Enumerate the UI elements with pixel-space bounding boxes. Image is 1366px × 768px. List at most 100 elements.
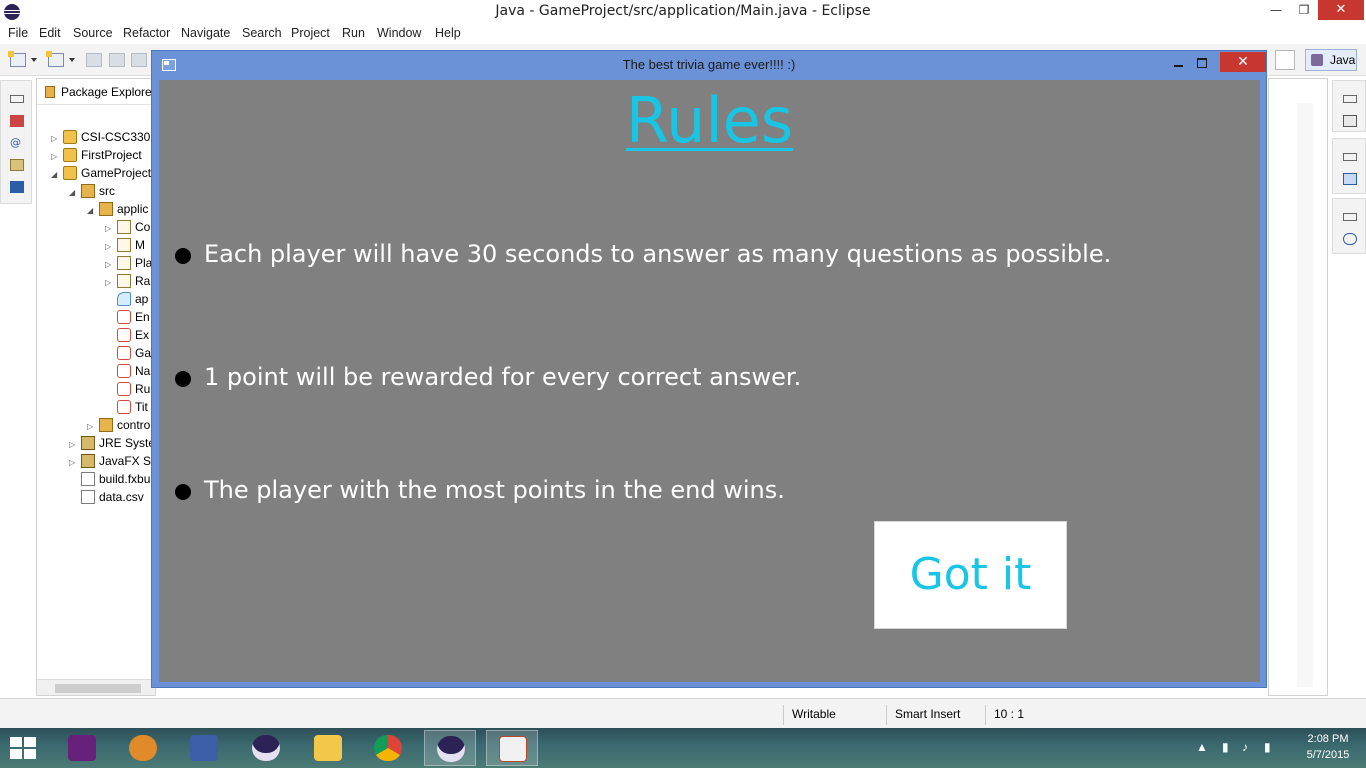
tree-item-label: Ra (135, 274, 151, 288)
taskbar-visual-studio[interactable] (56, 730, 108, 766)
open-perspective-button[interactable] (1275, 50, 1295, 70)
package-explorer-tab[interactable]: Package Explorer (37, 79, 155, 105)
taskbar-intellij[interactable] (178, 730, 230, 766)
outline-icon[interactable] (1343, 173, 1357, 185)
tree-item[interactable]: ◢ src (69, 182, 115, 200)
tree-item[interactable]: Ga (105, 344, 151, 362)
expand-toggle-icon[interactable]: ◢ (51, 166, 63, 184)
tree-item[interactable]: Tit (105, 398, 148, 416)
task-list-icon[interactable] (1343, 115, 1357, 127)
battery-icon[interactable]: ▮ (1222, 740, 1229, 754)
tree-item[interactable]: Ru (105, 380, 150, 398)
tree-item[interactable]: ▷ contro (87, 416, 150, 434)
tree-item[interactable]: ▷ Co (105, 218, 150, 236)
eclipse-icon (437, 736, 465, 762)
tree-item[interactable]: ▷ FirstProject (51, 146, 142, 164)
trivia-maximize-button[interactable] (1192, 54, 1212, 72)
menu-run[interactable]: Run (342, 26, 365, 40)
restore-icon[interactable] (1343, 153, 1357, 161)
css-file-icon (117, 292, 131, 306)
taskbar-eclipse-neon[interactable] (117, 730, 169, 766)
new-package-icon[interactable] (46, 51, 64, 67)
tree-item[interactable]: build.fxbu (69, 470, 150, 488)
save-all-icon[interactable] (109, 53, 125, 67)
file-icon (81, 490, 95, 504)
menu-bar: File Edit Source Refactor Navigate Searc… (0, 24, 1366, 44)
menu-help[interactable]: Help (435, 26, 461, 40)
horizontal-scrollbar[interactable] (37, 679, 155, 695)
tree-item-label: Ga (135, 346, 152, 360)
bullet-icon (175, 371, 191, 387)
save-icon[interactable] (86, 53, 102, 67)
menu-file[interactable]: File (8, 26, 28, 40)
network-icon[interactable]: ▮ (1264, 740, 1271, 754)
tree-item-label: src (99, 184, 115, 198)
taskbar-java-app[interactable] (486, 730, 538, 766)
chevron-down-icon[interactable] (69, 58, 75, 62)
left-trim-stack: @ (0, 80, 32, 204)
tree-item[interactable]: Ex (105, 326, 149, 344)
tree-item[interactable]: ▷ JRE Syster (69, 434, 155, 452)
expand-toggle-icon[interactable]: ◢ (87, 202, 99, 220)
got-it-button[interactable]: Got it (874, 521, 1067, 629)
fxml-file-icon (117, 310, 131, 324)
expand-toggle-icon[interactable]: ◢ (69, 184, 81, 202)
volume-icon[interactable]: ♪ (1242, 740, 1248, 754)
java-perspective-button[interactable]: Java (1305, 49, 1357, 71)
tree-item[interactable]: ap (105, 290, 148, 308)
help-icon[interactable] (1343, 233, 1357, 245)
scrollbar-thumb[interactable] (55, 684, 141, 693)
taskbar-chrome[interactable] (362, 730, 414, 766)
trivia-window-title: The best trivia game ever!!!! :) (622, 57, 796, 72)
maximize-button[interactable]: ❐ (1290, 0, 1318, 20)
minimize-button[interactable]: — (1262, 0, 1290, 20)
menu-edit[interactable]: Edit (39, 26, 61, 40)
taskbar-eclipse-active[interactable] (424, 730, 476, 766)
tree-item-label: Pla (135, 256, 153, 270)
trivia-game-window: The best trivia game ever!!!! :) ✕ Rules… (151, 50, 1267, 688)
tree-item[interactable]: ▷ Ra (105, 272, 150, 290)
tree-item[interactable]: ▷ CSI-CSC330 (51, 128, 150, 146)
menu-search[interactable]: Search (242, 26, 282, 40)
tree-item[interactable]: ◢ GameProject (51, 164, 151, 182)
menu-project[interactable]: Project (291, 26, 330, 40)
problems-icon[interactable] (10, 115, 24, 127)
restore-icon[interactable] (1343, 213, 1357, 221)
java-icon (499, 736, 527, 762)
declaration-icon[interactable] (10, 159, 24, 171)
eclipse-neon-icon (129, 735, 157, 761)
clock-date[interactable]: 5/7/2015 (1296, 749, 1360, 768)
show-hidden-icons[interactable]: ▲ (1196, 740, 1208, 754)
restore-icon[interactable] (1343, 95, 1357, 103)
trivia-minimize-button[interactable] (1168, 54, 1188, 72)
eclipse-icon (252, 735, 280, 761)
tree-item[interactable]: En (105, 308, 150, 326)
start-button[interactable] (10, 737, 36, 759)
tree-item[interactable]: Na (105, 362, 150, 380)
fxml-file-icon (117, 364, 131, 378)
tree-item-label: Ru (135, 382, 151, 396)
taskbar-file-explorer[interactable] (302, 730, 354, 766)
console-icon[interactable] (10, 181, 24, 193)
taskbar-eclipse[interactable] (240, 730, 292, 766)
trivia-close-button[interactable]: ✕ (1220, 52, 1266, 72)
menu-navigate[interactable]: Navigate (181, 26, 230, 40)
tree-item[interactable]: ▷ JavaFX SD (69, 452, 155, 470)
tree-item[interactable]: data.csv (69, 488, 144, 506)
windows-logo-icon (24, 737, 36, 747)
tree-item[interactable]: ▷ Pla (105, 254, 152, 272)
chevron-down-icon[interactable] (31, 58, 37, 62)
new-icon[interactable] (8, 51, 26, 67)
menu-refactor[interactable]: Refactor (123, 26, 170, 40)
tree-item[interactable]: ◢ applic (87, 200, 148, 218)
restore-icon[interactable] (10, 95, 24, 103)
bullet-icon (175, 484, 191, 500)
menu-source[interactable]: Source (73, 26, 113, 40)
print-icon[interactable] (131, 53, 147, 67)
tree-item[interactable]: ▷ M (105, 236, 145, 254)
close-button[interactable]: ✕ (1318, 0, 1364, 20)
javadoc-icon[interactable]: @ (10, 137, 24, 149)
vertical-scrollbar[interactable] (1297, 103, 1313, 687)
menu-window[interactable]: Window (377, 26, 421, 40)
status-bar: Writable Smart Insert 10 : 1 (0, 698, 1366, 728)
